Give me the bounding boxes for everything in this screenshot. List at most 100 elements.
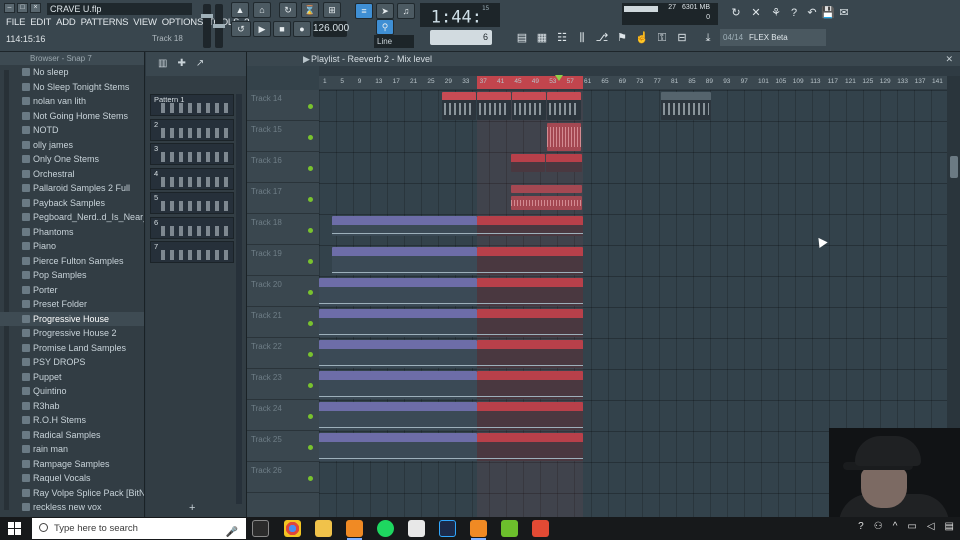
pattern-slot[interactable]: 7 <box>150 241 234 263</box>
menu-edit[interactable]: EDIT <box>30 17 51 28</box>
plugin-picker-icon[interactable]: ⚘ <box>768 5 784 21</box>
automation-clip[interactable]: Man..erb <box>511 154 545 172</box>
news-panel[interactable]: 04/14 FLEX Beta <box>720 29 826 46</box>
browser-folder-item[interactable]: Ray Volpe Splice Pack [BitNado] <box>0 486 144 501</box>
metronome-icon[interactable]: ♫ <box>397 3 415 19</box>
automation-clip[interactable]: DJMFilter - USB m..art_1 #2 - knob <box>477 402 583 430</box>
browser-folder-item[interactable]: Only One Stems <box>0 152 144 167</box>
browser-folder-item[interactable]: R3hab <box>0 399 144 414</box>
browser-folder-item[interactable]: Not Going Home Stems <box>0 109 144 124</box>
track-mute-led[interactable] <box>308 228 313 233</box>
browser-folder-item[interactable]: Orchestral <box>0 167 144 182</box>
automation-clip[interactable]: Reeverb 2 - Mix level <box>319 371 477 399</box>
refresh-icon[interactable]: ↻ <box>728 5 744 21</box>
automation-clip[interactable]: DJMFilter - Mix level <box>319 433 477 461</box>
track-mute-led[interactable] <box>308 166 313 171</box>
browser-folder-item[interactable]: No Sleep Tonight Stems <box>0 80 144 95</box>
close-all-icon[interactable]: ✕ <box>748 5 764 21</box>
browser-icon[interactable]: ⚑ <box>614 30 630 46</box>
browser-folder-item[interactable]: Promise Land Samples <box>0 341 144 356</box>
menu-file[interactable]: FILE <box>6 17 25 28</box>
file-explorer-icon[interactable] <box>315 520 332 537</box>
browser-folder-item[interactable]: Raquel Vocals <box>0 471 144 486</box>
browser-folder-item[interactable]: Rampage Samples <box>0 457 144 472</box>
track-mute-led[interactable] <box>308 414 313 419</box>
rack-scrollbar[interactable] <box>236 94 242 504</box>
menu-options[interactable]: OPTIONS <box>162 17 204 28</box>
pattern-clip[interactable] <box>512 92 546 120</box>
track-mute-led[interactable] <box>308 197 313 202</box>
loop-icon[interactable]: ↻ <box>279 2 297 18</box>
minimize-button[interactable]: – <box>4 3 15 13</box>
mixer-icon[interactable]: ⫼ <box>574 30 590 46</box>
track-header[interactable]: Track 14 <box>247 90 319 121</box>
automation-clip[interactable]: Kickstart - Mix level <box>477 340 583 368</box>
tray-arrow-icon[interactable]: ^ <box>893 521 898 532</box>
audio-clip[interactable] <box>511 196 582 210</box>
track-mute-led[interactable] <box>308 445 313 450</box>
track-header[interactable]: Track 21 <box>247 307 319 338</box>
pattern-slot[interactable]: 4 <box>150 167 234 190</box>
download-icon[interactable]: ⤓ <box>700 30 716 46</box>
pattern-selector[interactable]: 6 <box>430 30 492 45</box>
track-header[interactable]: Track 23 <box>247 369 319 400</box>
browser-folder-item[interactable]: Progressive House 2 <box>0 326 144 341</box>
automation-clip[interactable]: Delay 2 - USB m.. - Input panning <box>477 216 583 236</box>
browser-folder-item[interactable]: olly james <box>0 138 144 153</box>
pattern-mode-icon[interactable]: ⌂ <box>253 2 271 18</box>
track-header[interactable]: Track 18 <box>247 214 319 245</box>
track-header[interactable]: Track 25 <box>247 431 319 462</box>
browser-folder-item[interactable]: rain man <box>0 442 144 457</box>
track-header[interactable]: Track 26 <box>247 462 319 493</box>
browser-folder-item[interactable]: NOTD <box>0 123 144 138</box>
track-mute-led[interactable] <box>308 290 313 295</box>
automation-clip[interactable]: DJMFilter - USB mic VOX_5_Part_3 - Part_… <box>319 402 477 430</box>
menu-view[interactable]: VIEW <box>133 17 157 28</box>
browser-folder-item[interactable]: Phantoms <box>0 225 144 240</box>
piano-roll-view-icon[interactable]: ▥ <box>158 58 167 76</box>
track-mute-led[interactable] <box>308 383 313 388</box>
pattern-slot[interactable]: Pattern 1 <box>150 94 234 116</box>
track-header[interactable]: Track 24 <box>247 400 319 431</box>
audio-clip[interactable] <box>547 123 581 151</box>
notifications-icon[interactable]: ▤ <box>945 521 954 532</box>
track-header[interactable]: Track 19 <box>247 245 319 276</box>
output-icon[interactable]: ⊟ <box>674 30 690 46</box>
timeline-ruler[interactable]: 1 5 9 13 17 21 25 29 33 37 41 45 49 53 57 61 65 69 73 77 81 8… <box>319 75 947 89</box>
countdown-icon[interactable]: ⌛ <box>301 2 319 18</box>
browser-folder-item[interactable]: Pierce Fulton Samples <box>0 254 144 269</box>
browser-folder-item[interactable]: Piano <box>0 239 144 254</box>
browser-folder-item[interactable]: PSY DROPS <box>0 355 144 370</box>
people-icon[interactable]: ⚇ <box>874 521 883 532</box>
menu-patterns[interactable]: PATTERNS <box>81 17 129 28</box>
track-header[interactable]: Track 20 <box>247 276 319 307</box>
fl-studio-icon[interactable] <box>346 520 363 540</box>
track-mute-led[interactable] <box>308 352 313 357</box>
pattern-slot[interactable]: 3 <box>150 143 234 165</box>
pat-song-icon[interactable]: ↺ <box>231 21 251 37</box>
track-mute-led[interactable] <box>308 259 313 264</box>
pointer-icon[interactable]: ➤ <box>376 3 394 19</box>
automation-clip[interactable]: Reeverb 2 - Mix level <box>477 371 583 399</box>
chrome-icon[interactable] <box>284 520 301 537</box>
automation-clip[interactable]: Kickstart - Mix level <box>319 340 477 368</box>
track-header[interactable]: Track 22 <box>247 338 319 369</box>
pattern-song-toggle[interactable]: ▲ <box>231 2 249 18</box>
record-button[interactable]: ● <box>293 21 311 37</box>
windows-start-icon[interactable] <box>8 522 21 535</box>
automation-clip[interactable]: Delay 2 - Mix level <box>332 247 477 275</box>
pattern-clip[interactable] <box>442 92 476 120</box>
play-button[interactable]: ▶ <box>253 21 271 37</box>
fl-studio-2-icon[interactable] <box>470 520 487 540</box>
track-mute-led[interactable] <box>308 321 313 326</box>
browser-folder-item[interactable]: Progressive House <box>0 311 144 326</box>
lock-icon[interactable]: ⚿ <box>654 30 670 46</box>
photoshop-icon[interactable] <box>439 520 456 537</box>
microphone-icon[interactable]: 🎤 <box>226 522 238 540</box>
automation-clip[interactable]: Man..erb <box>546 154 582 172</box>
camtasia-icon[interactable] <box>501 520 518 537</box>
browser-folder-item[interactable]: Porter <box>0 283 144 298</box>
track-header[interactable]: Track 16 <box>247 152 319 183</box>
close-button[interactable]: × <box>30 3 41 13</box>
task-view-icon[interactable] <box>252 520 269 537</box>
